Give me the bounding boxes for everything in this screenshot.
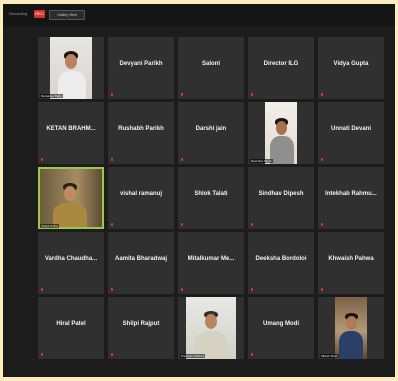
mic-muted-icon <box>251 288 253 291</box>
participant-tile[interactable]: Rushabh Parikh <box>108 102 174 164</box>
mic-muted-icon <box>321 223 323 226</box>
participant-name: vishal ramanuj <box>119 191 163 197</box>
mic-muted-icon <box>41 288 43 291</box>
mic-muted-icon <box>111 353 113 356</box>
participant-video <box>335 297 367 359</box>
mic-muted-icon <box>181 223 183 226</box>
participant-name: Mitalkumar Me... <box>187 256 235 262</box>
participant-name: Rushabh Parikh <box>118 126 164 132</box>
participant-name: Khwaish Pahwa <box>328 256 374 262</box>
participant-name: Unnati Devani <box>330 126 371 132</box>
participant-tile[interactable]: Vidya Gupta <box>318 37 384 99</box>
participant-name: Sindhav Dipesh <box>258 191 304 197</box>
recording-label: Recording <box>9 11 28 16</box>
participant-tile[interactable]: Director ILG <box>248 37 314 99</box>
participant-tile[interactable]: KETAN BRAHM... <box>38 102 104 164</box>
mic-muted-icon <box>111 158 113 161</box>
record-button[interactable]: REC <box>34 10 45 18</box>
mic-muted-icon <box>181 93 183 96</box>
participant-video <box>50 37 92 99</box>
participant-tile[interactable]: Saloni <box>178 37 244 99</box>
meeting-window: Recording REC Gallery View Ramaraju Babu… <box>3 4 395 377</box>
mic-muted-icon <box>111 93 113 96</box>
participant-name: Saloni <box>201 61 220 67</box>
participant-name: Darshi jain <box>195 126 227 132</box>
participant-name: Vardha Chaudha... <box>44 256 98 262</box>
participant-tile[interactable]: Ravindra Singh <box>248 102 314 164</box>
mic-muted-icon <box>41 353 43 356</box>
mic-muted-icon <box>41 158 43 161</box>
mic-muted-icon <box>181 288 183 291</box>
participant-tile[interactable]: Shlok Talati <box>178 167 244 229</box>
participant-video <box>265 102 297 164</box>
mic-muted-icon <box>111 288 113 291</box>
participant-caption: Ramaraju Babu <box>40 94 63 98</box>
participant-name: Deeksha Bordoloi <box>255 256 307 262</box>
participant-tile[interactable]: Ramaraju Babu <box>38 37 104 99</box>
participant-tile[interactable]: Shilpi Rajput <box>108 297 174 359</box>
mic-muted-icon <box>321 288 323 291</box>
participant-name: Director ILG <box>263 61 299 67</box>
participant-tile[interactable]: Deeksha Bordoloi <box>248 232 314 294</box>
participant-tile-active-speaker[interactable]: Shakti Sinha <box>38 167 104 229</box>
participant-name: Aamita Bharadwaj <box>114 256 168 262</box>
participant-caption: Ravindra Singh <box>250 159 273 163</box>
mic-muted-icon <box>251 223 253 226</box>
participant-caption: Shakti Sinha <box>40 224 59 228</box>
participant-tile[interactable]: Darshi jain <box>178 102 244 164</box>
mic-muted-icon <box>181 158 183 161</box>
participant-name: Hiral Patel <box>56 321 86 327</box>
participant-caption: Mitesh Shah <box>320 354 339 358</box>
participant-tile[interactable]: Khwaish Pahwa <box>318 232 384 294</box>
participant-tile[interactable]: Umang Modi <box>248 297 314 359</box>
participant-video <box>40 169 102 227</box>
participant-tile[interactable]: Prashant Sharma <box>178 297 244 359</box>
participant-tile[interactable]: Hiral Patel <box>38 297 104 359</box>
mic-muted-icon <box>321 93 323 96</box>
mic-muted-icon <box>321 158 323 161</box>
participant-tile[interactable]: Devyani Parikh <box>108 37 174 99</box>
participant-name: Shilpi Rajput <box>122 321 160 327</box>
participant-tile[interactable]: Unnati Devani <box>318 102 384 164</box>
participant-video <box>186 297 236 359</box>
mic-muted-icon <box>111 223 113 226</box>
participant-tile[interactable]: Vardha Chaudha... <box>38 232 104 294</box>
mic-muted-icon <box>251 93 253 96</box>
participant-tile[interactable]: Mitesh Shah <box>318 297 384 359</box>
participant-name: Shlok Talati <box>194 191 228 197</box>
participant-name: Vidya Gupta <box>333 61 369 67</box>
mic-muted-icon <box>251 353 253 356</box>
participant-name: Devyani Parikh <box>119 61 163 67</box>
participant-name: Umang Modi <box>263 321 299 327</box>
participant-tile[interactable]: Mitalkumar Me... <box>178 232 244 294</box>
participant-tile[interactable]: vishal ramanuj <box>108 167 174 229</box>
participant-tile[interactable]: Sindhav Dipesh <box>248 167 314 229</box>
meeting-toolbar: Recording REC Gallery View <box>3 4 395 26</box>
participant-caption: Prashant Sharma <box>180 354 206 358</box>
gallery-view-button[interactable]: Gallery View <box>49 10 85 20</box>
participant-name: Intekhab Rahmu... <box>325 191 377 197</box>
participant-grid: Ramaraju Babu Devyani Parikh Saloni Dire… <box>38 37 384 359</box>
participant-tile[interactable]: Aamita Bharadwaj <box>108 232 174 294</box>
participant-name: KETAN BRAHM... <box>46 126 96 132</box>
participant-tile[interactable]: Intekhab Rahmu... <box>318 167 384 229</box>
